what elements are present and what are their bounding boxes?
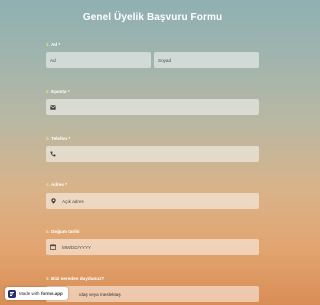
address-placeholder: Açık adres bbox=[62, 198, 84, 204]
question-number: 1. bbox=[46, 42, 50, 47]
birthdate-placeholder: MM/DD/YYYY bbox=[62, 244, 92, 250]
badge-text: Made with bbox=[19, 291, 40, 296]
question-text: Bizi nereden duydunuz? bbox=[51, 276, 105, 281]
referral-question-label: 6. Bizi nereden duydunuz? bbox=[46, 276, 104, 281]
referral-selected-value: ıdaş veya meslektaş bbox=[79, 291, 121, 297]
phone-input[interactable] bbox=[46, 146, 259, 162]
email-input[interactable] bbox=[46, 99, 259, 115]
question-number: 5. bbox=[46, 229, 50, 234]
required-marker: * bbox=[57, 42, 61, 47]
form-title: Genel Üyelik Başvuru Formu bbox=[82, 12, 223, 23]
forms-app-logo-icon bbox=[8, 289, 16, 298]
calendar-icon bbox=[50, 244, 56, 250]
badge-brand: forms.app bbox=[41, 291, 63, 296]
referral-select[interactable]: ıdaş veya meslektaş bbox=[46, 286, 259, 302]
phone-question-label: 3. Telefon * bbox=[46, 136, 70, 141]
required-marker: * bbox=[67, 136, 71, 141]
made-with-forms-app-badge[interactable]: Made with forms.app bbox=[5, 287, 68, 300]
email-icon bbox=[50, 104, 56, 110]
question-text: Doğum tarihi bbox=[51, 229, 80, 234]
required-marker: * bbox=[66, 89, 70, 94]
location-pin-icon bbox=[50, 198, 56, 204]
last-name-placeholder: Soyad bbox=[158, 57, 172, 63]
phone-icon bbox=[50, 151, 56, 157]
question-number: 2. bbox=[46, 89, 50, 94]
address-question-label: 4. Adres * bbox=[46, 182, 67, 187]
birthdate-question-label: 5. Doğum tarihi bbox=[46, 229, 79, 234]
question-text: Eposta bbox=[51, 89, 67, 94]
question-number: 3. bbox=[46, 136, 50, 141]
question-text: Adres bbox=[50, 182, 64, 187]
name-question-label: 1. Ad * bbox=[46, 42, 60, 47]
question-text: Telefon bbox=[51, 136, 68, 141]
last-name-input[interactable]: Soyad bbox=[154, 52, 259, 68]
required-marker: * bbox=[63, 182, 68, 187]
question-number: 4. bbox=[46, 182, 50, 187]
question-number: 6. bbox=[46, 276, 50, 281]
first-name-input[interactable]: Ad bbox=[46, 52, 151, 68]
address-input[interactable]: Açık adres bbox=[46, 193, 259, 209]
first-name-placeholder: Ad bbox=[50, 57, 56, 63]
birthdate-input[interactable]: MM/DD/YYYY bbox=[46, 239, 259, 255]
email-question-label: 2. Eposta * bbox=[46, 89, 70, 94]
